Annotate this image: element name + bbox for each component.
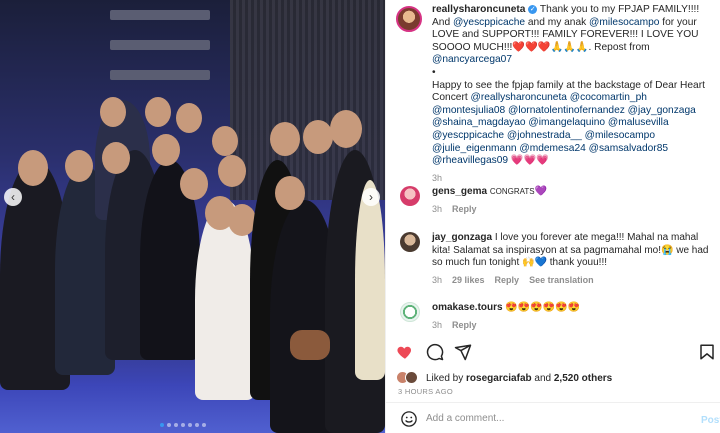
commenter-avatar[interactable] (400, 186, 420, 206)
person-head (102, 142, 130, 174)
person-head (303, 120, 333, 154)
person-head (180, 168, 208, 200)
author-username[interactable]: reallysharoncuneta (432, 4, 525, 15)
reply-button[interactable]: Reply (495, 275, 520, 285)
hearts-emoji: ❤️❤️❤️ (512, 41, 551, 53)
mention-link[interactable]: @milesocampo (589, 17, 659, 28)
tag-links[interactable]: @reallysharoncuneta @cocomartin_ph @mont… (432, 92, 696, 166)
post-comment-button[interactable]: Post (701, 415, 720, 426)
person-head (212, 126, 238, 156)
person-head (100, 97, 126, 127)
hearts-emoji: 💗💗💗 (510, 155, 549, 167)
mention-link[interactable]: @nancyarcega07 (432, 54, 512, 65)
post-photo[interactable]: ‹ › (0, 0, 385, 433)
comment-likes[interactable]: 29 likes (452, 275, 485, 285)
commenter-username[interactable]: omakase.tours (432, 302, 503, 313)
commenter-username[interactable]: gens_gema (432, 186, 487, 197)
comment-icon[interactable] (426, 343, 444, 361)
divider (386, 402, 720, 403)
reply-button[interactable]: Reply (452, 204, 477, 214)
person-head (176, 103, 202, 133)
commenter-avatar[interactable] (400, 302, 420, 322)
person (355, 180, 385, 380)
action-bar (396, 343, 716, 363)
shelf (110, 70, 210, 80)
person-head (218, 155, 246, 187)
commenter-avatar[interactable] (400, 232, 420, 252)
author-avatar[interactable] (396, 6, 422, 32)
post-time: 3h (432, 172, 443, 183)
emoji-icon[interactable] (400, 410, 418, 428)
person-head (270, 122, 300, 156)
reply-button[interactable]: Reply (452, 320, 477, 330)
shelf (110, 10, 210, 20)
post-timestamp: 3 HOURS AGO (398, 387, 453, 396)
see-translation-button[interactable]: See translation (529, 275, 594, 285)
pray-emoji: 🙏🙏🙏 (550, 41, 589, 53)
person-head (65, 150, 93, 182)
commenter-username[interactable]: jay_gonzaga (432, 232, 492, 243)
next-photo-button[interactable]: › (362, 188, 380, 206)
handbag (290, 330, 330, 360)
shelf (110, 40, 210, 50)
comment-input[interactable] (426, 413, 676, 424)
bookmark-icon[interactable] (698, 343, 716, 361)
previous-photo-button[interactable]: ‹ (4, 188, 22, 206)
person-head (152, 134, 180, 166)
liked-by-avatars (396, 371, 420, 385)
likes-summary[interactable]: Liked by rosegarciafab and 2,520 others (426, 373, 612, 384)
person-head (18, 150, 48, 186)
person-head (275, 176, 305, 210)
post-caption: reallysharoncuneta ✓ Thank you to my FPJ… (432, 4, 717, 184)
add-comment-bar: Post (396, 410, 720, 432)
person-head (145, 97, 171, 127)
person-head (330, 110, 362, 148)
verified-badge-icon: ✓ (528, 4, 538, 14)
heart-icon[interactable] (396, 343, 414, 361)
carousel-dots (160, 423, 206, 427)
post-sidebar: reallysharoncuneta ✓ Thank you to my FPJ… (385, 0, 720, 433)
mention-link[interactable]: @yescppicache (453, 17, 525, 28)
share-icon[interactable] (454, 343, 472, 361)
